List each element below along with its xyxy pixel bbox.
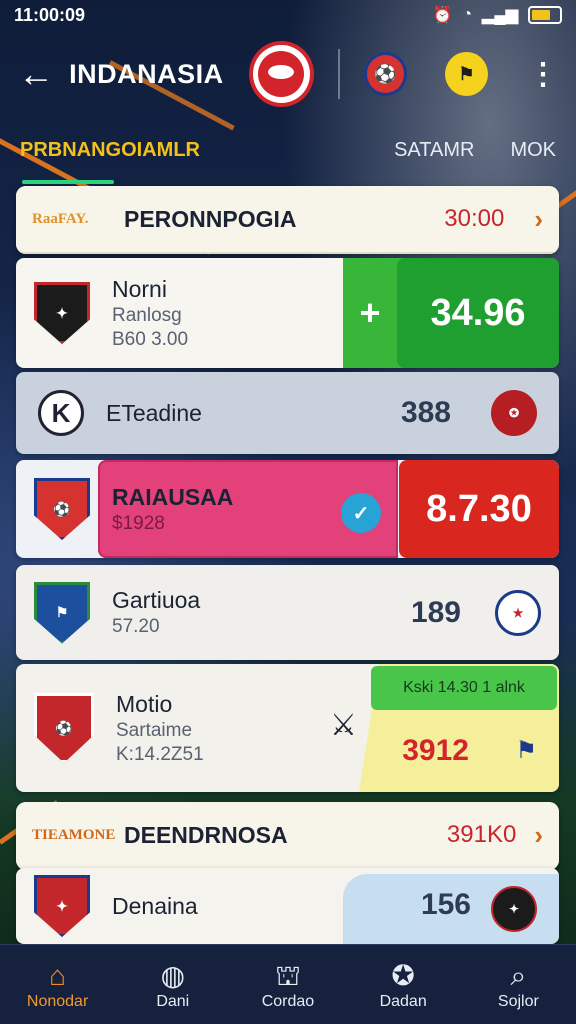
match-value: 189 bbox=[410, 595, 461, 629]
team-name: Motio bbox=[116, 690, 173, 717]
team-badge-icon[interactable]: ⚑ bbox=[444, 52, 488, 96]
chevron-right-icon[interactable]: › bbox=[534, 204, 543, 235]
tab-active[interactable]: PRBNANGOIAMLR bbox=[20, 139, 200, 162]
wifi-icon: ◔ bbox=[462, 6, 473, 23]
odds-pill[interactable]: Kski 14.30 1 alnk bbox=[371, 666, 557, 710]
club-badge[interactable] bbox=[249, 41, 314, 107]
nav-label: Dani bbox=[156, 992, 190, 1010]
header-divider bbox=[337, 49, 340, 99]
nav-label: Sojlor bbox=[497, 992, 539, 1010]
whistle-icon: ✪ bbox=[391, 959, 415, 991]
search-icon: ⌕ bbox=[510, 959, 527, 991]
battery-icon bbox=[528, 6, 562, 24]
section-tag: RaaFAY. bbox=[32, 210, 89, 227]
team-name: Denaina bbox=[112, 892, 198, 919]
status-icons: ⏰ ◔ ▂▄▆ bbox=[432, 5, 562, 25]
player-icon: ⚔ bbox=[330, 709, 357, 742]
nav-item-dadan[interactable]: ✪ Dadan bbox=[353, 959, 453, 1011]
section-title: DEENDRNOSA bbox=[124, 821, 288, 848]
team-sub: K:14.2Z51 bbox=[116, 743, 204, 765]
section-time: 391K0 bbox=[446, 821, 517, 848]
plus-icon: + bbox=[359, 292, 381, 333]
sub-tabs: PRBNANGOIAMLR SATAMR MOK bbox=[0, 130, 576, 170]
nav-item-cordao[interactable]: ⛫ Cordao bbox=[238, 959, 338, 1011]
nav-label: Dadan bbox=[379, 992, 427, 1010]
match-value: 3912 bbox=[402, 734, 469, 767]
alarm-icon: ⏰ bbox=[432, 7, 453, 24]
nav-label: Nonodar bbox=[26, 992, 89, 1010]
odds-value: 34.96 bbox=[397, 258, 559, 368]
bottom-nav: ⌂ Nonodar ◍ Dani ⛫ Cordao ✪ Dadan ⌕ Sojl… bbox=[0, 944, 576, 1024]
ball-icon: ◍ bbox=[160, 959, 185, 991]
section-tag: TIEAMONE bbox=[32, 826, 116, 843]
match-value: 388 bbox=[400, 396, 451, 429]
player-icon: ⚑ bbox=[515, 737, 537, 764]
team-name: Gartiuoa bbox=[112, 587, 201, 613]
team-sub: Ranlosg bbox=[112, 304, 182, 326]
team-crest-icon: ⚑ bbox=[34, 581, 90, 644]
section-header[interactable]: TIEAMONE DEENDRNOSA 391K0 › bbox=[16, 802, 559, 870]
more-vertical-icon[interactable]: ⋮ bbox=[528, 57, 558, 92]
check-icon[interactable]: ✓ bbox=[341, 493, 381, 533]
team-crest-icon: ✪ bbox=[491, 390, 537, 436]
home-icon: ⌂ bbox=[49, 959, 67, 991]
team-sub: 57.20 bbox=[112, 616, 160, 637]
nav-label: Cordao bbox=[261, 992, 315, 1010]
stadium-icon: ⛫ bbox=[275, 959, 301, 991]
nav-item-search[interactable]: ⌕ Sojlor bbox=[468, 959, 568, 1011]
tab-mok[interactable]: MOK bbox=[510, 139, 556, 162]
team-crest-icon: ⚽ bbox=[34, 693, 94, 763]
status-bar: 11:00:09 ⏰ ◔ ▂▄▆ bbox=[0, 0, 576, 30]
odds-button[interactable]: + 34.96 bbox=[343, 258, 559, 368]
page-title: INDANASIA bbox=[69, 58, 224, 89]
match-row[interactable]: K ETeadine 388 ✪ bbox=[16, 372, 559, 454]
team-logo-icon: K bbox=[38, 390, 84, 436]
match-value: 156 bbox=[420, 888, 471, 921]
team-crest-icon: ✦ bbox=[34, 282, 90, 344]
signal-icon: ▂▄▆ bbox=[482, 7, 518, 24]
team-name: ETeadine bbox=[106, 399, 202, 426]
arrow-left-icon[interactable]: ← bbox=[18, 53, 57, 95]
match-row[interactable]: ⚑ Gartiuoa 57.20 189 ★ bbox=[16, 565, 559, 660]
match-row[interactable]: ⚽ Motio Sartaime K:14.2Z51 ⚔ Kski 14.30 … bbox=[16, 664, 559, 792]
team-sub: $1928 bbox=[112, 512, 165, 534]
team-name: RAIAUSAA bbox=[112, 483, 234, 510]
app-header: ← INDANASIA ⚽ ⚑ ⋮ bbox=[0, 34, 576, 114]
status-time: 11:00:09 bbox=[14, 4, 86, 25]
tab-satamr[interactable]: SATAMR bbox=[394, 139, 474, 162]
tab-indicator bbox=[22, 180, 114, 184]
team-name: Norni bbox=[112, 275, 167, 302]
chevron-right-icon[interactable]: › bbox=[534, 820, 543, 851]
match-row[interactable]: ✦ Denaina 156 ✦ bbox=[16, 868, 559, 944]
match-row[interactable]: ✦ Norni Ranlosg B60 3.00 + 34.96 bbox=[16, 258, 559, 368]
team-crest-icon: ⚽ bbox=[34, 478, 90, 540]
team-crest-icon: ★ bbox=[495, 589, 541, 636]
team-sub: B60 3.00 bbox=[112, 328, 189, 350]
nav-item-dani[interactable]: ◍ Dani bbox=[123, 959, 223, 1011]
section-time: 30:00 bbox=[444, 205, 505, 232]
match-row[interactable]: ⚽ RAIAUSAA $1928 ✓ 8.7.30 bbox=[16, 460, 559, 558]
section-title: PERONNPOGIA bbox=[124, 205, 297, 232]
nav-item-home[interactable]: ⌂ Nonodar bbox=[8, 959, 108, 1011]
team-crest-icon: ✦ bbox=[34, 875, 90, 937]
team-sub: Sartaime bbox=[116, 719, 193, 741]
team-crest-icon: ✦ bbox=[491, 886, 537, 932]
team-badge-icon[interactable]: ⚽ bbox=[363, 52, 407, 96]
section-header[interactable]: RaaFAY. PERONNPOGIA 30:00 › bbox=[16, 186, 559, 254]
odds-value[interactable]: 8.7.30 bbox=[399, 460, 559, 558]
